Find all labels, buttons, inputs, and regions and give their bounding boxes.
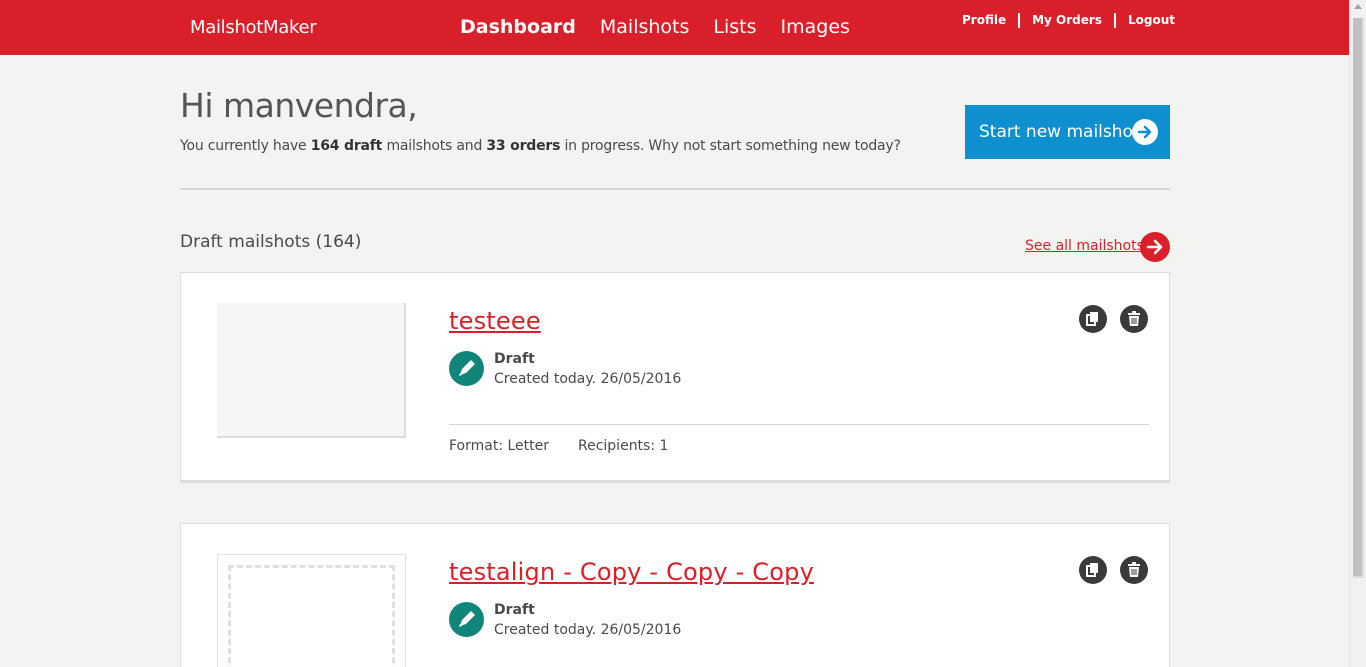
- status-label: Draft: [494, 602, 535, 618]
- top-navigation-bar: MailshotMaker Dashboard Mailshots Lists …: [0, 0, 1349, 55]
- user-nav: Profile My Orders Logout: [962, 13, 1187, 28]
- order-count: 33 orders: [486, 138, 561, 154]
- logout-link[interactable]: Logout: [1113, 13, 1187, 28]
- see-all-mailshots-link[interactable]: See all mailshots: [1025, 238, 1144, 254]
- greeting-heading: Hi manvendra,: [180, 86, 418, 125]
- summary-pre: You currently have: [180, 138, 311, 154]
- trash-icon[interactable]: [1120, 556, 1148, 584]
- nav-dashboard[interactable]: Dashboard: [460, 16, 576, 38]
- mailshot-thumbnail[interactable]: [217, 554, 406, 667]
- nav-lists[interactable]: Lists: [713, 16, 756, 38]
- copy-icon[interactable]: [1079, 556, 1107, 584]
- nav-images[interactable]: Images: [781, 16, 850, 38]
- start-new-mailshot-label: Start new mailshot: [979, 122, 1140, 142]
- mailshot-card: testeee Draft Created today. 26/05/2016 …: [180, 272, 1170, 483]
- created-date: Created today. 26/05/2016: [494, 371, 682, 387]
- my-orders-link[interactable]: My Orders: [1018, 13, 1114, 28]
- mailshot-thumbnail[interactable]: [217, 303, 406, 438]
- mailshot-title-link[interactable]: testalign - Copy - Copy - Copy: [449, 558, 814, 586]
- page-scrollbar[interactable]: [1349, 0, 1366, 667]
- card-divider: [449, 424, 1149, 425]
- scrollbar-thumb[interactable]: [1353, 18, 1364, 578]
- status-label: Draft: [494, 351, 535, 367]
- summary-post: in progress. Why not start something new…: [560, 138, 901, 154]
- nav-mailshots[interactable]: Mailshots: [600, 16, 690, 38]
- arrow-right-icon: [1132, 119, 1158, 145]
- profile-link[interactable]: Profile: [962, 13, 1018, 28]
- mailshot-card: testalign - Copy - Copy - Copy Draft Cre…: [180, 523, 1170, 667]
- mailshot-title-link[interactable]: testeee: [449, 307, 541, 335]
- recipients-info: Recipients: 1: [578, 438, 669, 454]
- summary-text: You currently have 164 draft mailshots a…: [180, 138, 901, 154]
- pencil-icon: [449, 351, 484, 386]
- created-date: Created today. 26/05/2016: [494, 622, 682, 638]
- draft-count: 164 draft: [310, 138, 383, 154]
- scroll-up-arrow-icon[interactable]: [1354, 4, 1362, 9]
- copy-icon[interactable]: [1079, 305, 1107, 333]
- draft-section-title: Draft mailshots (164): [180, 232, 362, 252]
- summary-mid: mailshots and: [382, 138, 487, 154]
- pencil-icon: [449, 602, 484, 637]
- main-nav: Dashboard Mailshots Lists Images: [460, 16, 850, 38]
- arrow-right-icon[interactable]: [1140, 232, 1170, 262]
- format-info: Format: Letter: [449, 438, 550, 454]
- logo[interactable]: MailshotMaker: [190, 17, 317, 38]
- start-new-mailshot-button[interactable]: Start new mailshot: [965, 105, 1170, 159]
- trash-icon[interactable]: [1120, 305, 1148, 333]
- section-divider: [180, 188, 1170, 190]
